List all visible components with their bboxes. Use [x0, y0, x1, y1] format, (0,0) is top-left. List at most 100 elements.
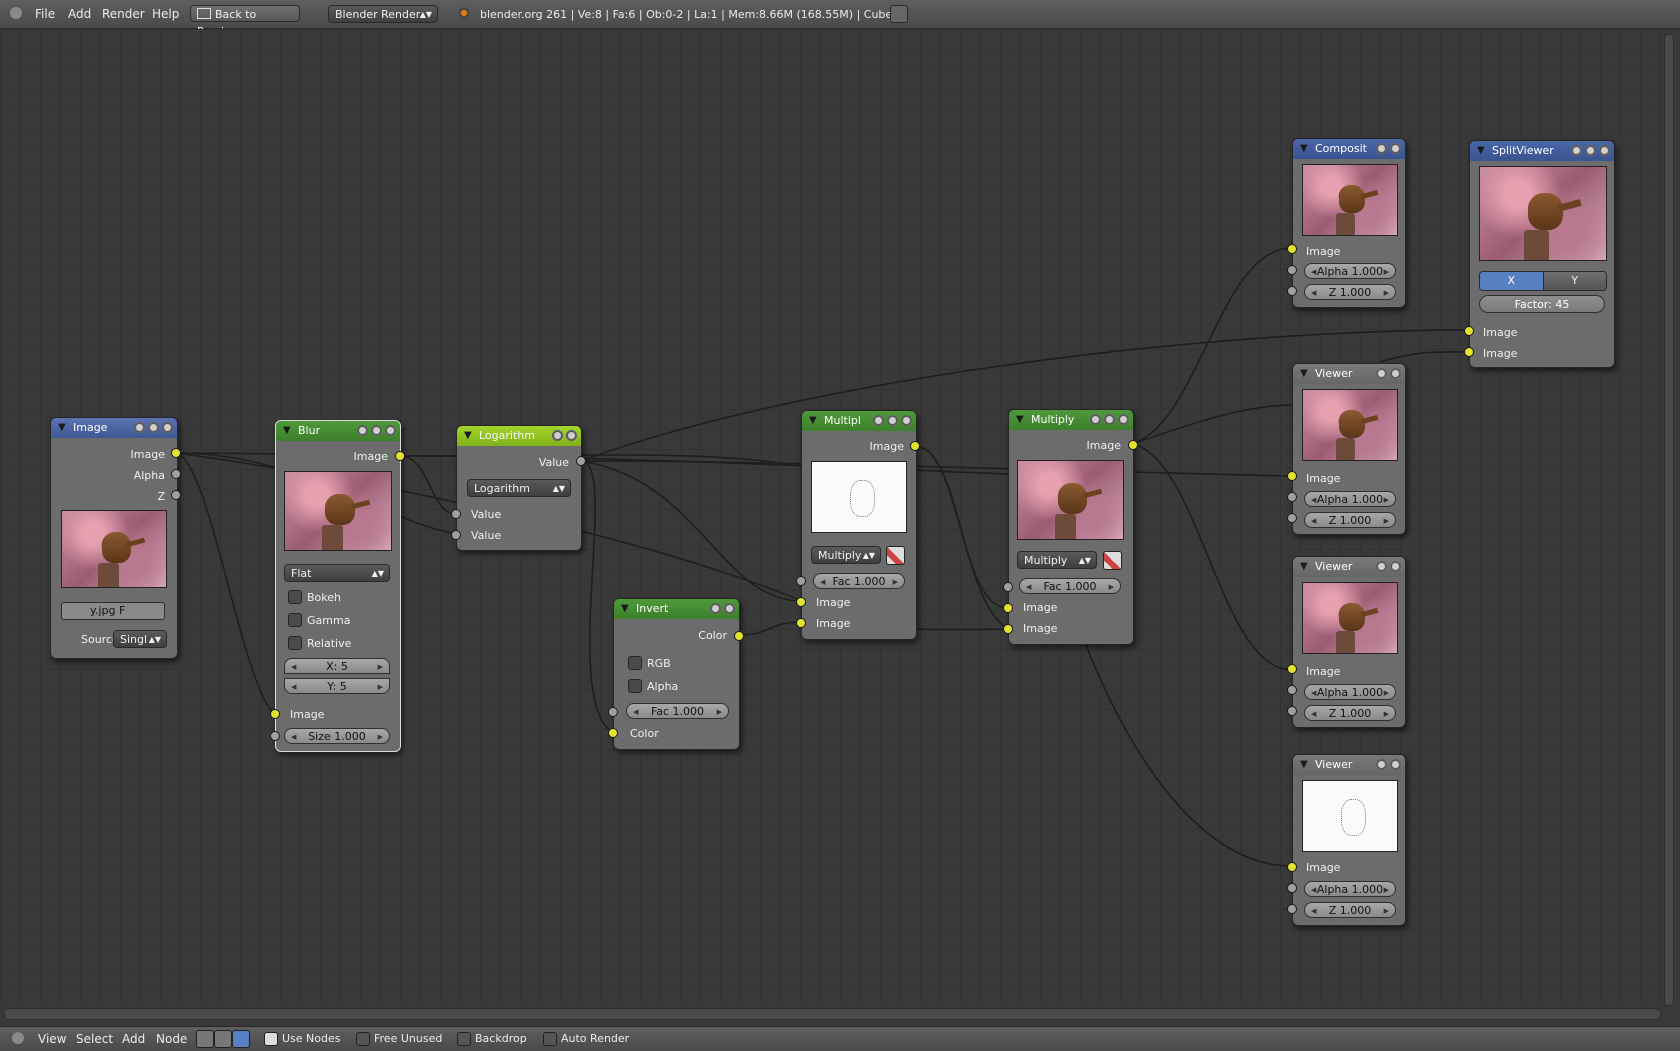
- menu-node[interactable]: Node: [156, 1032, 187, 1046]
- texture-nodes-icon[interactable]: [232, 1030, 250, 1048]
- sphere-icon[interactable]: [1390, 368, 1401, 379]
- blend-type-dropdown[interactable]: Multiply ▲▼: [1017, 551, 1097, 569]
- viewer-2-z-field[interactable]: ◀ Z 1.000 ▶: [1304, 705, 1396, 721]
- logarithm-node[interactable]: ▼ Logarithm Value Logarithm ▲▼ Value Value: [456, 425, 582, 551]
- collapse-icon[interactable]: ▼: [621, 599, 629, 619]
- collapse-icon[interactable]: ▼: [809, 411, 817, 431]
- sphere-icon[interactable]: [385, 425, 396, 436]
- relative-checkbox[interactable]: [288, 636, 302, 650]
- invert-node[interactable]: ▼ Invert Color RGB Alpha ◀ Fac 1.000 ▶ Colo…: [613, 598, 740, 750]
- composite-node-header[interactable]: ▼ Composit: [1293, 139, 1405, 159]
- viewer-2-alpha-socket[interactable]: [1287, 685, 1297, 695]
- multiply-2-header[interactable]: ▼ Multiply: [1009, 410, 1133, 430]
- splitviewer-image-1-socket[interactable]: [1464, 326, 1474, 336]
- multiply-2-fac-socket[interactable]: [1003, 582, 1013, 592]
- sphere-icon[interactable]: [1118, 414, 1129, 425]
- preview-icon[interactable]: [1090, 414, 1101, 425]
- viewer-1-z-field[interactable]: ◀ Z 1.000 ▶: [1304, 512, 1396, 528]
- preview-icon[interactable]: [1376, 143, 1387, 154]
- preview-icon[interactable]: [1376, 759, 1387, 770]
- options-icon[interactable]: [148, 422, 159, 433]
- viewer-node-1[interactable]: ▼ Viewer Image ◀ Alpha 1.000 ▶ ◀ Z 1.000 ▶: [1292, 363, 1406, 535]
- viewer-3-header[interactable]: ▼ Viewer: [1293, 755, 1405, 775]
- shader-nodes-icon[interactable]: [196, 1030, 214, 1048]
- auto-render-checkbox[interactable]: [543, 1032, 557, 1046]
- logarithm-node-header[interactable]: ▼ Logarithm: [457, 426, 581, 446]
- rgb-checkbox[interactable]: [628, 656, 642, 670]
- viewer-2-z-socket[interactable]: [1287, 706, 1297, 716]
- alpha-output-socket[interactable]: [171, 469, 181, 479]
- preview-icon[interactable]: [873, 415, 884, 426]
- collapse-icon[interactable]: ▼: [1300, 364, 1308, 384]
- blur-output-socket[interactable]: [395, 451, 405, 461]
- viewer-1-header[interactable]: ▼ Viewer: [1293, 364, 1405, 384]
- log-input-1-socket[interactable]: [451, 509, 461, 519]
- image-file-field[interactable]: y.jpg F: [61, 602, 165, 620]
- collapse-icon[interactable]: ▼: [58, 418, 66, 438]
- preview-icon[interactable]: [1376, 368, 1387, 379]
- collapse-icon[interactable]: ▼: [1016, 410, 1024, 430]
- multiply-1-header[interactable]: ▼ Multipl: [802, 411, 916, 431]
- filter-type-dropdown[interactable]: Flat ▲▼: [284, 564, 390, 582]
- invert-output-socket[interactable]: [734, 631, 744, 641]
- viewer-node-2[interactable]: ▼ Viewer Image ◀ Alpha 1.000 ▶ ◀ Z 1.000 ▶: [1292, 556, 1406, 728]
- use-alpha-icon[interactable]: [1103, 551, 1122, 570]
- composite-image-socket[interactable]: [1287, 244, 1297, 254]
- vertical-scrollbar[interactable]: [1664, 34, 1674, 1006]
- multiply-2-image-1-socket[interactable]: [1003, 603, 1013, 613]
- viewer-3-image-socket[interactable]: [1287, 862, 1297, 872]
- sphere-icon[interactable]: [1390, 143, 1401, 154]
- sphere-icon[interactable]: [1390, 561, 1401, 572]
- viewer-3-alpha-socket[interactable]: [1287, 883, 1297, 893]
- sphere-icon[interactable]: [162, 422, 173, 433]
- backdrop-checkbox[interactable]: [457, 1032, 471, 1046]
- menu-view[interactable]: View: [38, 1032, 66, 1046]
- multiply-node-1[interactable]: ▼ Multipl Image Multiply ▲▼ ◀ Fac 1.000 ▶ Im…: [801, 410, 917, 640]
- collapse-icon[interactable]: ▼: [1300, 139, 1308, 159]
- image-output-socket[interactable]: [171, 448, 181, 458]
- image-node[interactable]: ▼ Image Image Alpha Z y.jpg F Source: Sin…: [50, 417, 178, 659]
- viewer-node-3[interactable]: ▼ Viewer Image ◀ Alpha 1.000 ▶ ◀ Z 1.000 ▶: [1292, 754, 1406, 926]
- sphere-icon[interactable]: [901, 415, 912, 426]
- sphere-icon[interactable]: [1599, 145, 1610, 156]
- free-unused-checkbox[interactable]: [356, 1032, 370, 1046]
- bokeh-checkbox[interactable]: [288, 590, 302, 604]
- multiply-1-image-1-socket[interactable]: [796, 597, 806, 607]
- splitviewer-image-2-socket[interactable]: [1464, 347, 1474, 357]
- multiply-2-output-socket[interactable]: [1128, 440, 1138, 450]
- viewer-3-z-field[interactable]: ◀ Z 1.000 ▶: [1304, 902, 1396, 918]
- invert-fac-field[interactable]: ◀ Fac 1.000 ▶: [626, 703, 729, 719]
- size-y-field[interactable]: ◀ Y: 5 ▶: [284, 678, 390, 694]
- menu-add[interactable]: Add: [122, 1032, 145, 1046]
- gamma-checkbox[interactable]: [288, 613, 302, 627]
- blur-node-header[interactable]: ▼ Blur: [276, 421, 400, 441]
- log-output-socket[interactable]: [576, 456, 586, 466]
- viewer-1-image-socket[interactable]: [1287, 471, 1297, 481]
- size-field[interactable]: ◀ Size 1.000 ▶: [284, 728, 390, 744]
- collapse-icon[interactable]: ▼: [283, 421, 291, 441]
- preview-icon[interactable]: [1571, 145, 1582, 156]
- image-node-header[interactable]: ▼ Image: [51, 418, 177, 438]
- viewer-1-z-socket[interactable]: [1287, 513, 1297, 523]
- collapse-icon[interactable]: ▼: [1477, 141, 1485, 161]
- horizontal-scrollbar[interactable]: [4, 1008, 1661, 1020]
- compositing-nodes-icon[interactable]: [214, 1030, 232, 1048]
- collapse-icon[interactable]: ▼: [464, 426, 472, 446]
- multiply-node-2[interactable]: ▼ Multiply Image Multiply ▲▼ ◀ Fac 1.000 ▶ I…: [1008, 409, 1134, 645]
- collapse-icon[interactable]: ▼: [1300, 755, 1308, 775]
- blur-node[interactable]: ▼ Blur Image Flat ▲▼ Bokeh Gamma Relative …: [275, 420, 401, 752]
- composite-alpha-field[interactable]: ◀ Alpha 1.000 ▶: [1304, 263, 1396, 279]
- preview-icon[interactable]: [134, 422, 145, 433]
- split-factor-slider[interactable]: Factor: 45: [1479, 295, 1605, 313]
- options-icon[interactable]: [1585, 145, 1596, 156]
- viewer-3-alpha-field[interactable]: ◀ Alpha 1.000 ▶: [1304, 881, 1396, 897]
- invert-color-input-socket[interactable]: [608, 728, 618, 738]
- viewer-1-alpha-field[interactable]: ◀ Alpha 1.000 ▶: [1304, 491, 1396, 507]
- viewer-2-header[interactable]: ▼ Viewer: [1293, 557, 1405, 577]
- use-alpha-icon[interactable]: [886, 546, 905, 565]
- composite-alpha-socket[interactable]: [1287, 265, 1297, 275]
- composite-z-field[interactable]: ◀ Z 1.000 ▶: [1304, 284, 1396, 300]
- composite-node[interactable]: ▼ Composit Image ◀ Alpha 1.000 ▶ ◀ Z 1.000 ▶: [1292, 138, 1406, 308]
- math-operation-dropdown[interactable]: Logarithm ▲▼: [467, 479, 571, 497]
- alpha-checkbox[interactable]: [628, 679, 642, 693]
